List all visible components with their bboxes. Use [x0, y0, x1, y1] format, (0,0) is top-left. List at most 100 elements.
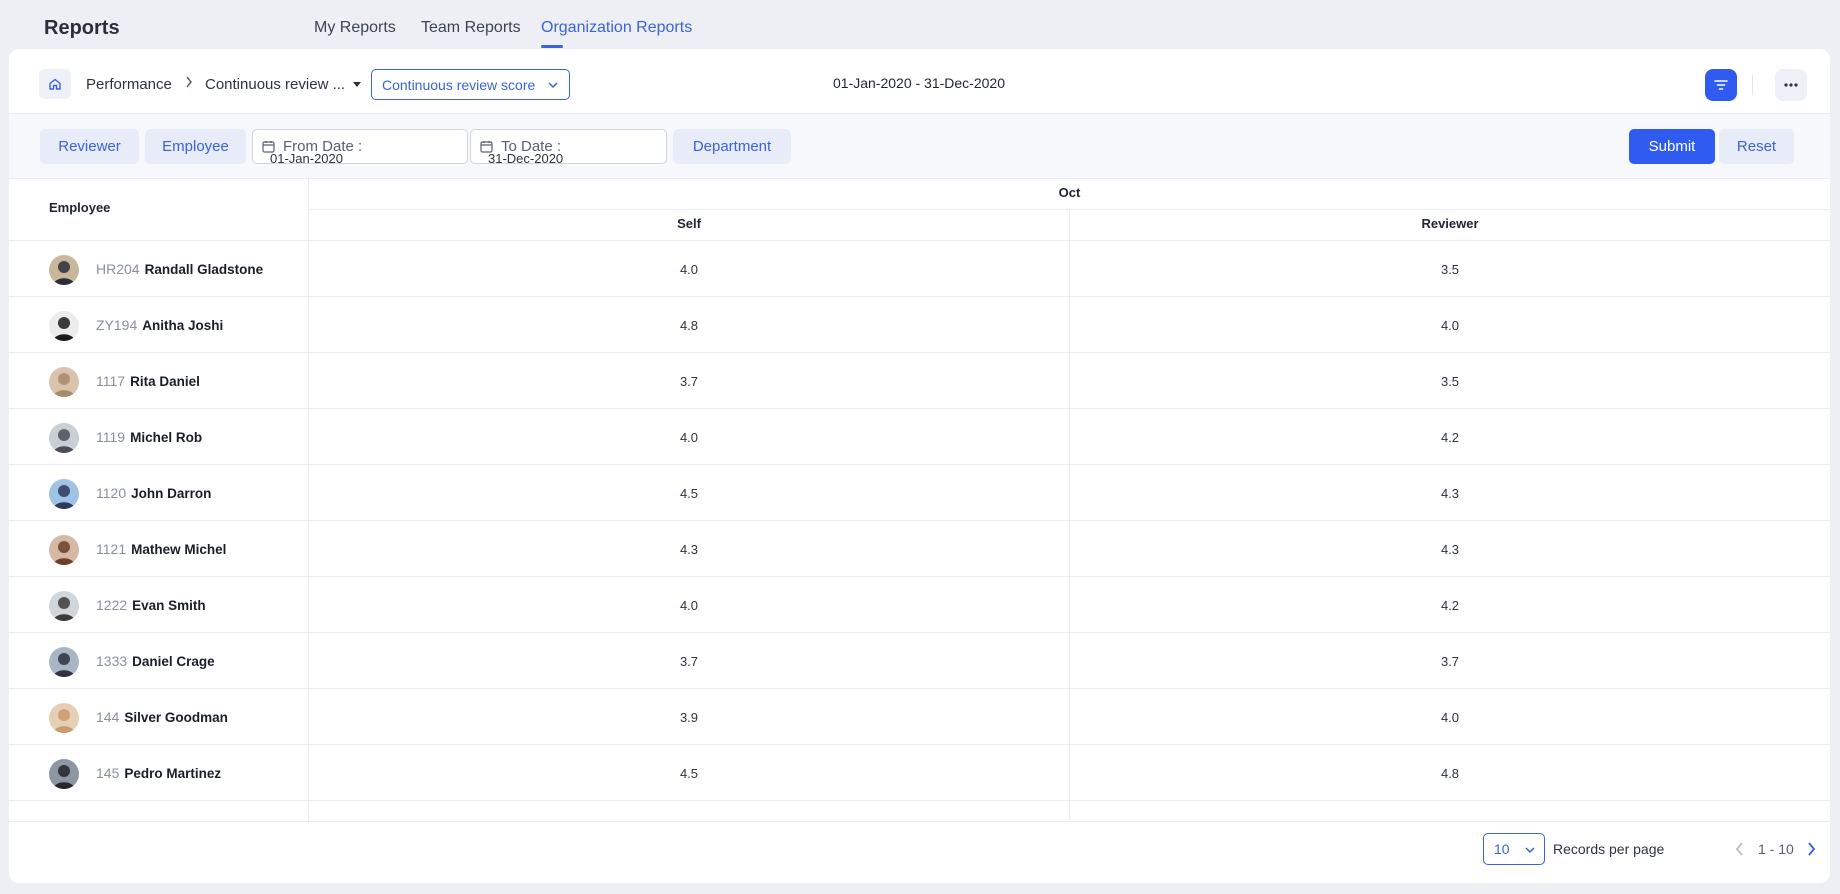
chevron-down-icon: [548, 82, 558, 89]
avatar: [49, 479, 79, 509]
report-select-value: Continuous review score: [382, 77, 536, 93]
home-button[interactable]: [39, 69, 71, 99]
previous-page-button[interactable]: [1733, 840, 1747, 858]
filter-button[interactable]: [1705, 69, 1737, 101]
reviewer-score: 4.8: [1440, 766, 1460, 781]
employee-name[interactable]: Mathew Michel: [131, 542, 226, 557]
department-filter[interactable]: Department: [673, 129, 791, 164]
employee-code: HR204: [96, 261, 140, 277]
employee-cell: 144 Silver Goodman: [96, 709, 228, 725]
employee-cell: 1222 Evan Smith: [96, 597, 206, 613]
table-row: 1117 Rita Daniel 3.7 3.5: [9, 353, 1830, 409]
tab-my-reports[interactable]: My Reports: [314, 19, 396, 37]
self-score: 4.0: [679, 262, 699, 277]
employee-name[interactable]: John Darron: [131, 486, 211, 501]
avatar: [49, 703, 79, 733]
self-column-header: Self: [677, 216, 701, 231]
reviewer-score: 3.7: [1440, 654, 1460, 669]
filter-icon: [1714, 80, 1728, 90]
self-score: 3.7: [679, 374, 699, 389]
month-header: Oct: [1058, 185, 1081, 200]
employee-code: 144: [96, 709, 120, 725]
table-row: HR204 Randall Gladstone 4.0 3.5: [9, 241, 1830, 297]
employee-code: 1120: [96, 485, 127, 501]
more-horizontal-icon: [1784, 83, 1798, 87]
date-range-display: 01-Jan-2020 - 31-Dec-2020: [833, 75, 1005, 91]
reviewer-score: 4.2: [1440, 430, 1460, 445]
from-date-value: 01-Jan-2020: [270, 151, 343, 166]
employee-name[interactable]: Silver Goodman: [124, 710, 228, 725]
employee-code: 1333: [96, 653, 128, 669]
employee-name[interactable]: Randall Gladstone: [145, 262, 264, 277]
avatar: [49, 759, 79, 789]
self-score: 3.7: [679, 654, 699, 669]
reviewer-score: 4.0: [1440, 318, 1460, 333]
self-score: 4.0: [679, 598, 699, 613]
table-row: 144 Silver Goodman 3.9 4.0: [9, 689, 1830, 745]
breadcrumb: Performance Continuous review ... Contin…: [9, 49, 1830, 114]
employee-name[interactable]: Rita Daniel: [130, 374, 200, 389]
records-per-page-select[interactable]: 10: [1483, 833, 1545, 865]
tab-organization-reports[interactable]: Organization Reports: [541, 19, 692, 37]
employee-name[interactable]: Michel Rob: [130, 430, 202, 445]
reviewer-score: 4.2: [1440, 598, 1460, 613]
pagination-bar: 10 Records per page 1 - 10: [9, 821, 1830, 883]
report-select[interactable]: Continuous review score: [371, 69, 570, 100]
reviewer-score: 4.3: [1440, 486, 1460, 501]
caret-down-icon[interactable]: [353, 82, 361, 87]
to-date-value: 31-Dec-2020: [488, 151, 564, 166]
reviewer-filter[interactable]: Reviewer: [40, 129, 139, 164]
more-options-button[interactable]: [1775, 69, 1807, 101]
employee-code: ZY194: [96, 317, 138, 333]
employee-name[interactable]: Daniel Crage: [132, 654, 215, 669]
breadcrumb-performance[interactable]: Performance: [86, 76, 172, 93]
table-row: 145 Pedro Martinez 4.5 4.8: [9, 745, 1830, 801]
avatar: [49, 311, 79, 341]
employee-name[interactable]: Anitha Joshi: [142, 318, 223, 333]
employee-cell: ZY194 Anitha Joshi: [96, 317, 223, 333]
table-row: 1119 Michel Rob 4.0 4.2: [9, 409, 1830, 465]
reviewer-column-header: Reviewer: [1421, 216, 1479, 231]
table-row: 1222 Evan Smith 4.0 4.2: [9, 577, 1830, 633]
reviewer-score: 4.3: [1440, 542, 1460, 557]
submit-button[interactable]: Submit: [1629, 129, 1715, 164]
to-date-field[interactable]: To Date : 31-Dec-2020: [470, 129, 667, 166]
reset-button[interactable]: Reset: [1719, 129, 1794, 164]
avatar: [49, 423, 79, 453]
avatar: [49, 535, 79, 565]
employee-code: 1117: [96, 373, 126, 389]
employee-cell: HR204 Randall Gladstone: [96, 261, 263, 277]
avatar: [49, 591, 79, 621]
employee-name[interactable]: Evan Smith: [132, 598, 206, 613]
reviewer-score: 3.5: [1440, 262, 1460, 277]
tab-team-reports[interactable]: Team Reports: [421, 19, 521, 37]
employee-code: 145: [96, 765, 120, 781]
breadcrumb-report-type[interactable]: Continuous review ...: [205, 76, 345, 93]
employee-cell: 1333 Daniel Crage: [96, 653, 215, 669]
employee-filter[interactable]: Employee: [145, 129, 246, 164]
records-per-page-label: Records per page: [1553, 841, 1665, 857]
header-divider: [309, 209, 1830, 210]
self-score: 4.5: [679, 486, 699, 501]
top-bar: Reports My Reports Team Reports Organiza…: [0, 0, 1840, 50]
reviewer-score: 4.0: [1440, 710, 1460, 725]
home-icon: [49, 78, 61, 90]
employee-cell: 1119 Michel Rob: [96, 429, 202, 445]
next-page-button[interactable]: [1804, 840, 1818, 858]
self-score: 4.5: [679, 766, 699, 781]
employee-column-header: Employee: [49, 200, 111, 215]
from-date-field[interactable]: From Date : 01-Jan-2020: [252, 129, 468, 166]
table-row: 1121 Mathew Michel 4.3 4.3: [9, 521, 1830, 577]
self-score: 4.0: [679, 430, 699, 445]
page-range: 1 - 10: [1758, 841, 1794, 857]
employee-name[interactable]: Pedro Martinez: [124, 766, 221, 781]
reviewer-score: 3.5: [1440, 374, 1460, 389]
employee-code: 1121: [96, 541, 127, 557]
employee-cell: 145 Pedro Martinez: [96, 765, 221, 781]
toolbar-divider: [1752, 75, 1753, 95]
chevron-right-icon: [186, 76, 192, 88]
app-title: Reports: [44, 17, 120, 39]
employee-cell: 1117 Rita Daniel: [96, 373, 200, 389]
chevron-down-icon: [1525, 847, 1535, 854]
self-score: 4.8: [679, 318, 699, 333]
